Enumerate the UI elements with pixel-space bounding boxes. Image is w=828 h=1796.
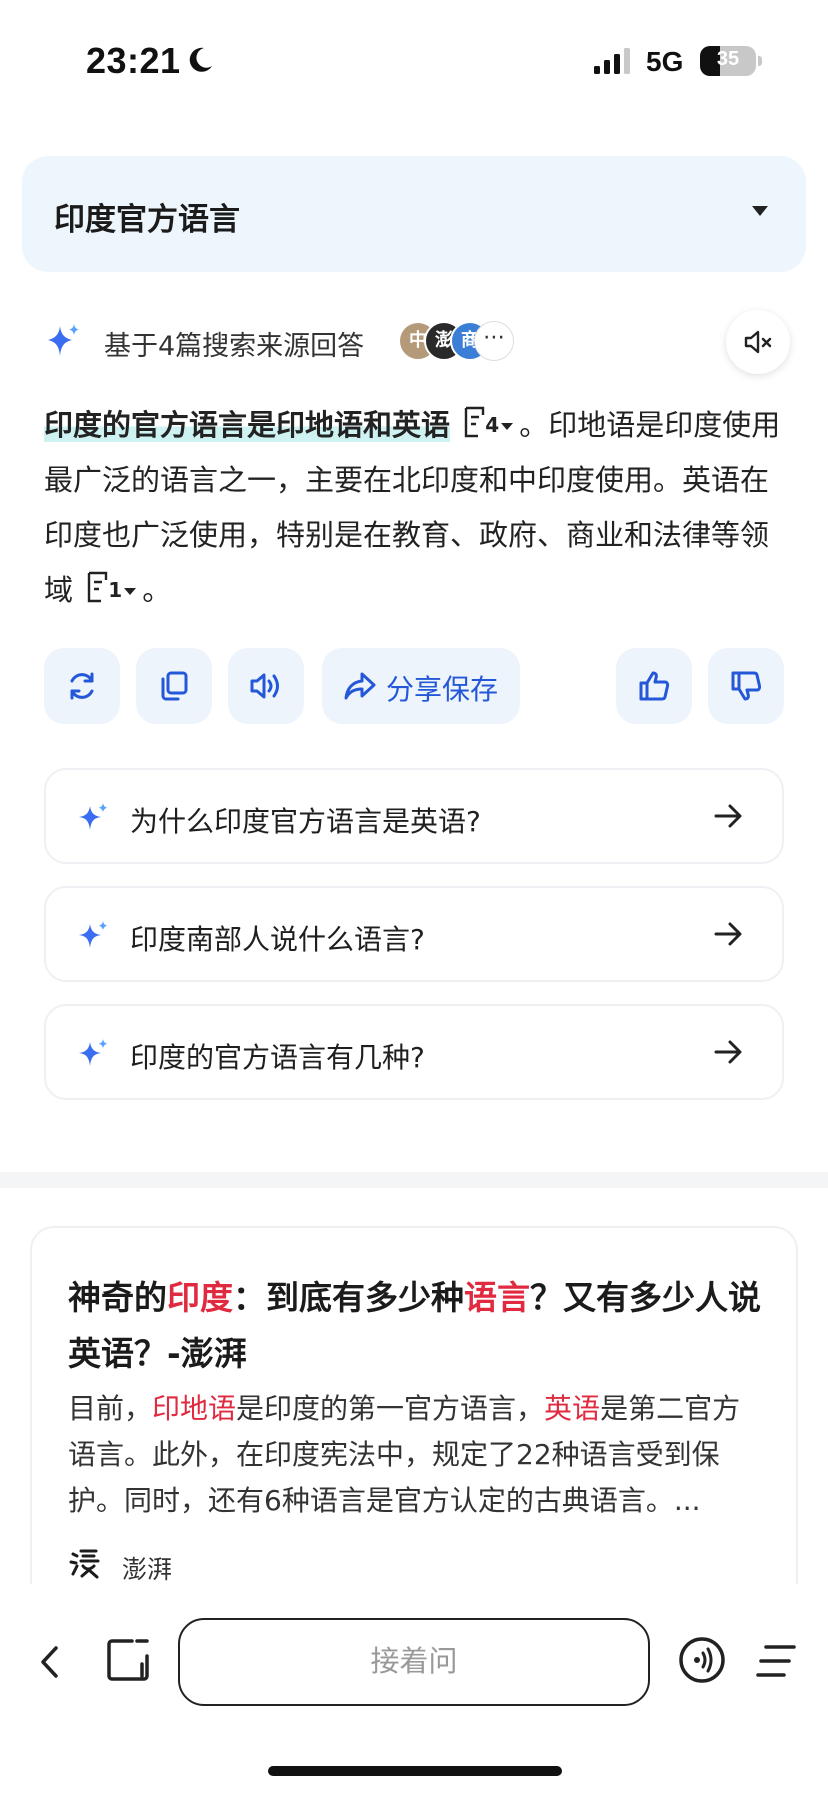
arrow-right-icon [714, 1040, 742, 1064]
signal-icon [594, 48, 630, 74]
status-bar: 23:21 5G 35 [0, 0, 828, 120]
home-indicator [268, 1766, 562, 1776]
share-save-button[interactable]: 分享保存 [322, 648, 520, 724]
like-button[interactable] [616, 648, 692, 724]
suggestion-text: 为什么印度官方语言是英语? [130, 805, 481, 838]
source-avatars[interactable]: 中 澎 商 ⋯ [398, 321, 518, 361]
suggestion-item[interactable]: 为什么印度官方语言是英语? [44, 768, 784, 864]
title-part: ：到底有多少种 [233, 1278, 464, 1317]
query-header[interactable]: 印度官方语言 [22, 156, 806, 272]
title-keyword: 语言 [464, 1278, 530, 1317]
citation-badge[interactable]: 4 [463, 405, 515, 439]
share-icon [344, 672, 376, 700]
section-divider [0, 1172, 828, 1188]
sparkle-icon [79, 921, 108, 948]
copy-button[interactable] [136, 648, 212, 724]
read-aloud-button[interactable] [228, 648, 304, 724]
source-summary[interactable]: 基于4篇搜索来源回答 [104, 324, 364, 363]
snippet-keyword: 印地语 [152, 1392, 237, 1425]
suggestion-item[interactable]: 印度的官方语言有几种? [44, 1004, 784, 1100]
snippet-part: 目前， [68, 1392, 153, 1425]
snippet-part: 是印度的第一官方语言， [236, 1392, 545, 1425]
snippet-keyword: 英语 [544, 1392, 601, 1425]
suggestion-text: 印度的官方语言有几种? [130, 1041, 425, 1074]
copy-icon [161, 671, 188, 701]
dislike-button[interactable] [708, 648, 784, 724]
speaker-icon [250, 673, 279, 699]
sparkle-icon [79, 803, 108, 830]
status-time: 23:21 [86, 40, 181, 81]
arrow-right-icon [714, 922, 742, 946]
thumbs-up-icon [639, 671, 670, 701]
share-save-label: 分享保存 [386, 673, 499, 706]
speaker-mute-icon [744, 330, 772, 354]
answer-text: 印度的官方语言是印地语和英语 4 。印地语是印度使用最广泛的语言之一，主要在北印… [44, 398, 786, 618]
network-type: 5G [646, 46, 684, 77]
thepaper-logo-icon [69, 1549, 100, 1579]
arrow-right-icon [714, 804, 742, 828]
citation-count: 4 [485, 413, 500, 437]
result-title[interactable]: 神奇的印度：到底有多少种语言？又有多少人说英语？-澎湃 [68, 1270, 768, 1382]
thumbs-down-icon [731, 671, 762, 701]
title-part: 神奇的 [68, 1278, 167, 1317]
query-title: 印度官方语言 [54, 202, 240, 238]
citation-badge[interactable]: 1 [86, 570, 138, 604]
answer-highlight: 印度的官方语言是印地语和英语 [44, 408, 451, 442]
suggestion-item[interactable]: 印度南部人说什么语言? [44, 886, 784, 982]
bottom-bar: 接着问 [0, 1584, 828, 1796]
result-source: 澎湃 [122, 1555, 173, 1584]
battery-level: 35 [716, 48, 740, 70]
new-chat-icon[interactable] [104, 1636, 152, 1684]
back-icon[interactable] [36, 1642, 64, 1682]
moon-icon [189, 47, 212, 72]
menu-icon[interactable] [756, 1640, 798, 1682]
follow-up-input[interactable]: 接着问 [178, 1618, 650, 1706]
answer-actions: 分享保存 [44, 648, 784, 724]
regenerate-button[interactable] [44, 648, 120, 724]
sparkle-icon [79, 1039, 108, 1066]
more-sources-icon[interactable]: ⋯ [474, 321, 514, 361]
chevron-down-icon[interactable] [752, 206, 768, 216]
mute-button[interactable] [726, 310, 790, 374]
voice-call-icon[interactable] [678, 1636, 726, 1684]
citation-count: 1 [108, 578, 123, 602]
suggestion-text: 印度南部人说什么语言? [130, 923, 425, 956]
battery-icon: 35 [700, 46, 762, 76]
ai-sparkle-icon [48, 324, 79, 356]
refresh-icon [70, 672, 94, 700]
title-keyword: 印度 [167, 1278, 233, 1317]
answer-segment: 。 [142, 573, 172, 607]
result-snippet: 目前，印地语是印度的第一官方语言，英语是第二官方语言。此外，在印度宪法中，规定了… [68, 1386, 768, 1524]
search-result-card[interactable]: 神奇的印度：到底有多少种语言？又有多少人说英语？-澎湃 目前，印地语是印度的第一… [30, 1226, 798, 1646]
